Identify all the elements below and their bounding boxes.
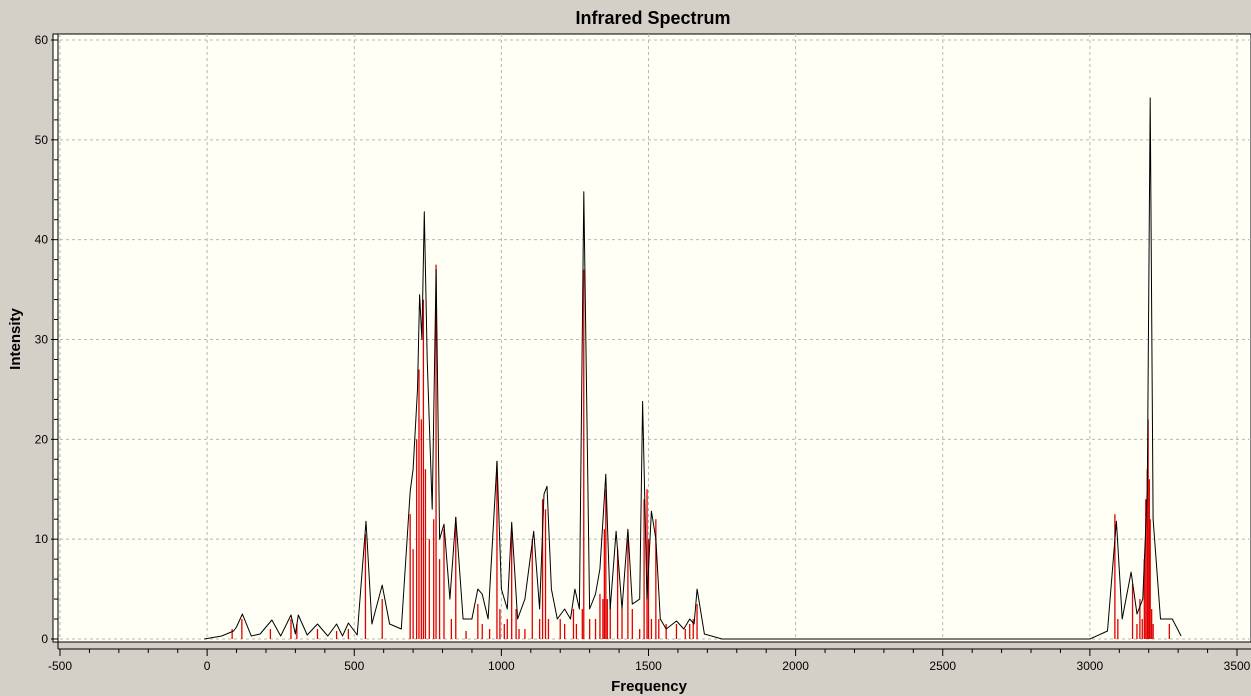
y-tick-label: 30	[35, 333, 49, 347]
y-tick-label: 10	[35, 532, 49, 546]
y-tick-label: 0	[41, 632, 48, 646]
chart-title: Infrared Spectrum	[575, 8, 730, 28]
plot-area	[52, 33, 1251, 643]
x-tick-label: -500	[48, 659, 72, 673]
y-tick-label: 50	[35, 133, 49, 147]
x-tick-label: 500	[344, 659, 364, 673]
x-tick-label: 1000	[488, 659, 515, 673]
x-axis-label: Frequency	[611, 678, 688, 695]
y-tick-label: 60	[35, 33, 49, 47]
x-tick-label: 3500	[1224, 659, 1251, 673]
x-tick-label: 2500	[929, 659, 956, 673]
y-tick-label: 20	[35, 432, 49, 446]
x-tick-label: 3000	[1077, 659, 1104, 673]
y-tick-label: 40	[35, 233, 49, 247]
x-tick-label: 0	[204, 659, 211, 673]
x-tick-label: 2000	[782, 659, 809, 673]
ir-spectrum-chart: Infrared Spectrum -500 0 500 1000 1500 2000 25…	[7, 8, 1251, 695]
x-tick-label: 1500	[635, 659, 662, 673]
y-axis-label: Intensity	[7, 308, 24, 370]
